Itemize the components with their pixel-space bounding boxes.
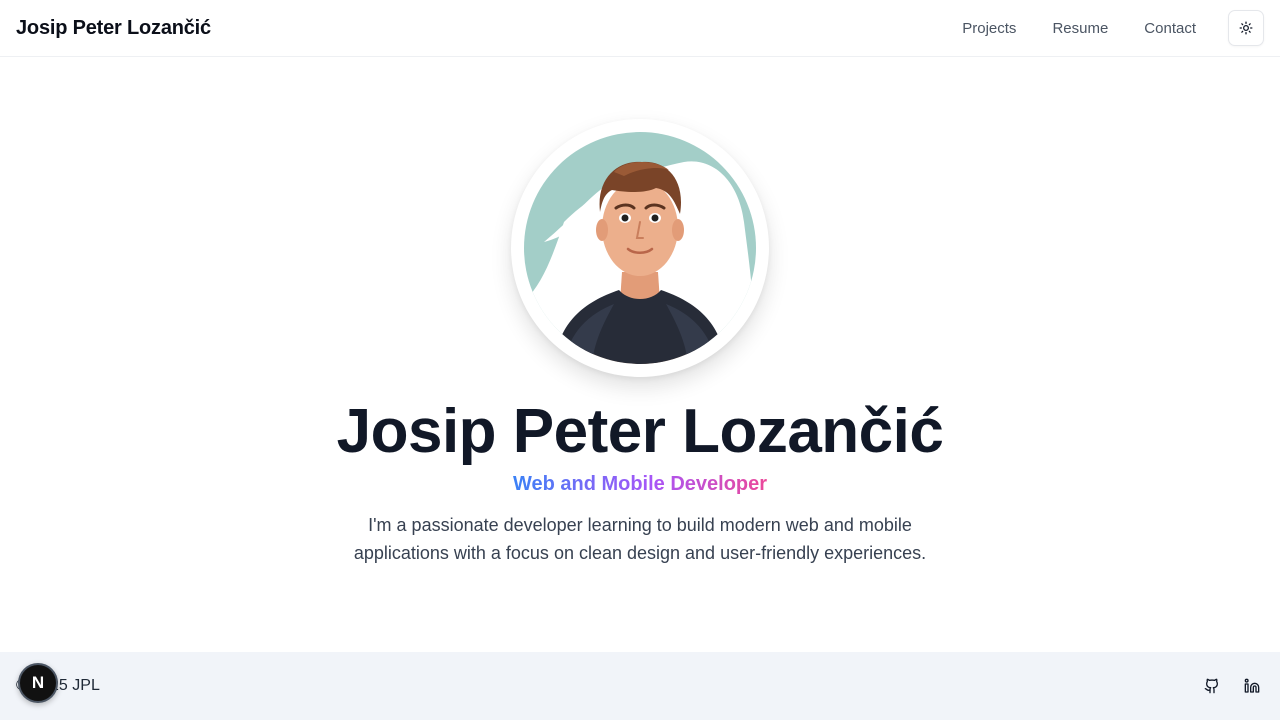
linkedin-link[interactable]	[1240, 674, 1264, 698]
profile-avatar	[524, 132, 756, 364]
hero-name: Josip Peter Lozančić	[336, 397, 944, 466]
github-icon	[1204, 678, 1219, 694]
dev-tools-badge[interactable]: N	[18, 663, 58, 703]
site-footer: © 2025 JPL	[0, 652, 1280, 720]
github-link[interactable]	[1200, 674, 1224, 698]
avatar	[511, 119, 769, 377]
theme-toggle-button[interactable]	[1228, 10, 1264, 46]
nav-projects[interactable]: Projects	[962, 20, 1016, 37]
hero-section: Josip Peter Lozančić Web and Mobile Deve…	[0, 57, 1280, 567]
hero-description: I'm a passionate developer learning to b…	[353, 515, 927, 563]
dev-badge-label: N	[31, 673, 45, 692]
sun-icon	[1239, 21, 1253, 35]
main-nav: Projects Resume Contact	[962, 10, 1264, 46]
social-links	[1184, 674, 1264, 698]
site-brand[interactable]: Josip Peter Lozančić	[16, 17, 211, 40]
linkedin-icon	[1244, 678, 1260, 693]
hero-role: Web and Mobile Developer	[512, 473, 768, 495]
nav-contact[interactable]: Contact	[1144, 20, 1196, 37]
site-header: Josip Peter Lozančić Projects Resume Con…	[0, 0, 1280, 57]
nav-resume[interactable]: Resume	[1052, 20, 1108, 37]
